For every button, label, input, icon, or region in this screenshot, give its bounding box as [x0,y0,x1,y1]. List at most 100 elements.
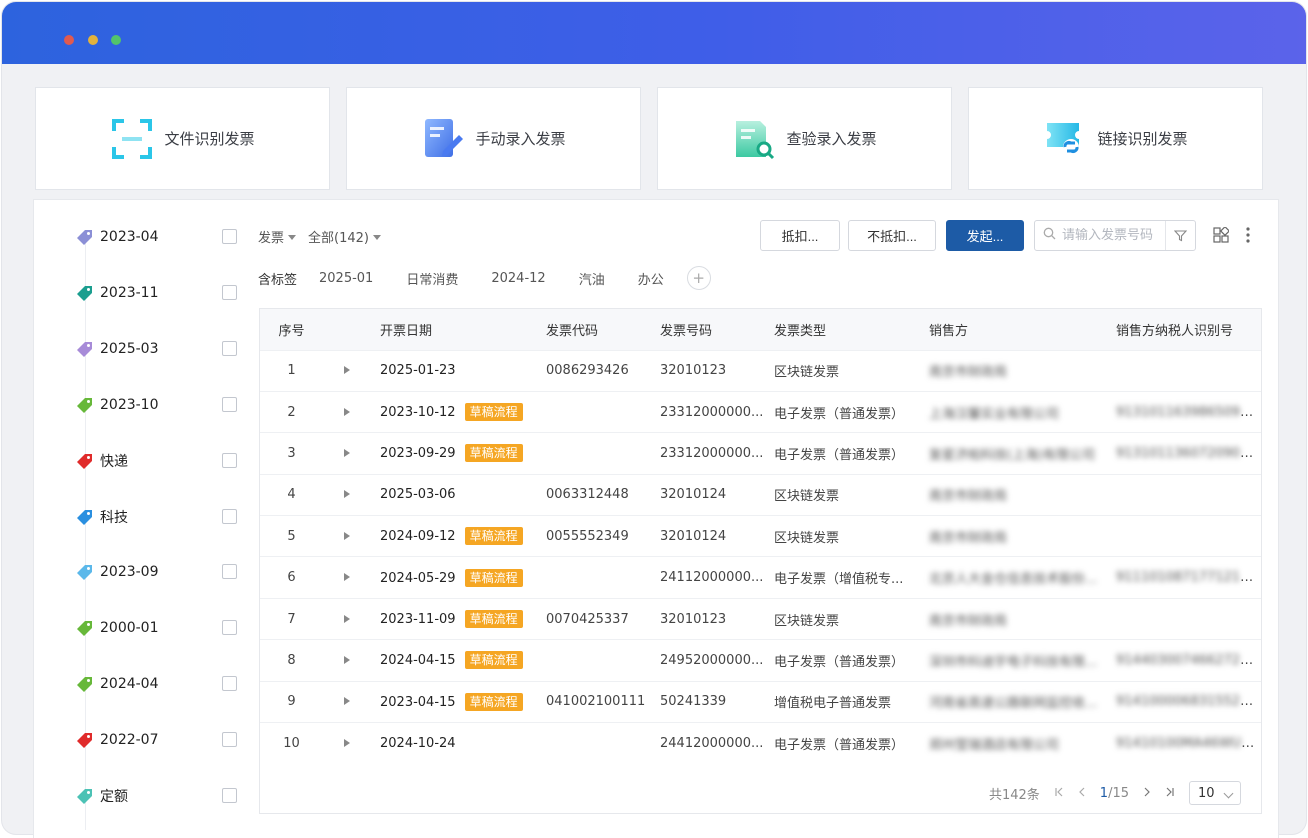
more-options-icon[interactable] [1237,224,1259,246]
add-label-button[interactable]: + [686,266,711,290]
invoice-table: 序号 开票日期 发票代码 发票号码 发票类型 销售方 销售方纳税人识别号 1 20… [259,308,1262,814]
tag-checkbox[interactable] [222,396,237,412]
column-header[interactable]: 发票号码 [650,309,764,350]
invoice-code [536,556,650,599]
no-deduct-button[interactable]: 不抵扣... [848,220,936,251]
table-row[interactable]: 1 2025-01-23 0086293426 32010123 区块链发票 南京市财政局 [260,349,1261,392]
filter-bar: 发票 全部(142) [258,227,381,246]
expand-row-icon[interactable] [323,597,370,640]
page-size-select[interactable]: 10 [1189,781,1241,805]
invoice-date: 2024-04-15 [380,653,456,669]
layout-grid-icon[interactable] [1210,224,1232,246]
invoice-type: 电子发票（普通发票） [764,432,919,475]
invoice-type: 增值税电子普通发票 [764,680,919,723]
sidebar-tag-item[interactable]: 2023-04 [76,225,246,249]
maximize-window-button[interactable] [111,35,121,45]
table-row[interactable]: 10 2024-10-24 24412000000... 电子发票（普通发票） 郑州莹瑞… [260,722,1261,764]
column-header[interactable]: 发票类型 [764,309,919,350]
tag-checkbox[interactable] [222,788,237,803]
sidebar-tag-item[interactable]: 2000-01 [76,616,246,640]
table-row[interactable]: 9 2023-04-15 草稿流程 041002100111 50241339 增值税电子… [260,680,1261,723]
tag-checkbox[interactable] [222,452,237,468]
initiate-button[interactable]: 发起... [946,220,1024,251]
sidebar-tag-item[interactable]: 科技 [76,505,246,529]
close-window-button[interactable] [64,35,74,45]
sidebar-tag-item[interactable]: 2023-10 [76,393,246,417]
label-chip[interactable]: 办公 [638,269,664,288]
tag-checkbox[interactable] [222,620,237,636]
seller-name: 北京人大金仓信息技术股份... [919,556,1106,599]
table-row[interactable]: 7 2023-11-09 草稿流程 0070425337 32010123 区块链发票 南京… [260,597,1261,640]
sidebar-tag-item[interactable]: 2023-09 [76,560,246,584]
tag-name: 定额 [100,789,128,805]
sidebar-tag-item[interactable]: 2022-07 [76,728,246,752]
column-header[interactable]: 发票代码 [536,309,650,350]
expand-row-icon[interactable] [323,722,370,764]
expand-row-icon[interactable] [323,556,370,599]
row-number: 5 [260,515,323,557]
invoice-number-search-input[interactable] [1062,228,1162,243]
draft-badge: 草稿流程 [464,692,523,711]
label-chip[interactable]: 日常消费 [406,269,458,288]
tag-checkbox[interactable] [222,732,237,748]
card-file-recognition[interactable]: 文件识别发票 [35,87,330,190]
sidebar-tag-item[interactable]: 2025-03 [76,337,246,361]
expand-row-icon[interactable] [323,680,370,723]
draft-badge: 草稿流程 [464,568,523,587]
seller-name: 南京市财政局 [919,473,1106,516]
card-manual-entry[interactable]: 手动录入发票 [346,87,641,190]
search-box [1034,220,1196,251]
scope-filter-dropdown[interactable]: 全部(142) [308,227,381,246]
table-row[interactable]: 2 2023-10-12 草稿流程 23312000000... 电子发票（普通发票） 上… [260,390,1261,433]
label-chip[interactable]: 汽油 [579,269,605,288]
column-header[interactable]: 销售方纳税人识别号 [1106,309,1261,350]
tag-checkbox[interactable] [222,676,237,692]
table-row[interactable]: 3 2023-09-29 草稿流程 23312000000... 电子发票（普通发票） 复… [260,432,1261,475]
invoice-date: 2023-10-12 [380,405,456,421]
invoice-type: 电子发票（普通发票） [764,722,919,764]
tag-checkbox[interactable] [222,564,237,580]
sidebar-tag-item[interactable]: 2024-04 [76,672,246,696]
tag-checkbox[interactable] [222,508,237,524]
expand-row-icon[interactable] [323,432,370,475]
table-row[interactable]: 8 2024-04-15 草稿流程 24952000000... 电子发票（普通发票） 深… [260,639,1261,682]
seller-tax-id: 91310113607209011M [1106,432,1261,475]
invoice-date: 2024-10-24 [380,735,456,751]
invoice-number: 24112000000... [650,556,764,599]
type-filter-dropdown[interactable]: 发票 [258,227,296,246]
expand-row-icon[interactable] [323,349,370,392]
table-row[interactable]: 6 2024-05-29 草稿流程 24112000000... 电子发票（增值税专..… [260,556,1261,599]
column-header[interactable]: 销售方 [919,309,1106,350]
expand-row-icon[interactable] [323,390,370,433]
card-verify-entry[interactable]: 查验录入发票 [657,87,952,190]
tag-icon [76,731,94,749]
invoice-date-cell: 2024-09-12 草稿流程 [370,515,536,557]
expand-row-icon[interactable] [323,515,370,557]
card-link-recognition[interactable]: 链接识别发票 [968,87,1263,190]
column-header[interactable]: 开票日期 [370,309,536,350]
sidebar-tag-item[interactable]: 快递 [76,449,246,473]
tag-checkbox[interactable] [222,284,237,300]
tag-checkbox[interactable] [222,340,237,356]
sidebar-tag-item[interactable]: 定额 [76,784,246,808]
draft-badge: 草稿流程 [464,527,523,546]
filter-icon[interactable] [1165,221,1195,250]
table-row[interactable]: 4 2025-03-06 0063312448 32010124 区块链发票 南京市财政局 [260,473,1261,516]
last-page-icon[interactable] [1165,786,1175,801]
expand-row-icon[interactable] [323,639,370,682]
deduct-button[interactable]: 抵扣... [760,220,840,251]
expand-row-icon[interactable] [323,473,370,516]
table-row[interactable]: 5 2024-09-12 草稿流程 0055552349 32010124 区块链发票 南京… [260,515,1261,557]
next-page-icon[interactable] [1143,786,1151,801]
sidebar-tag-item[interactable]: 2023-11 [76,281,246,305]
tag-checkbox[interactable] [222,229,237,244]
minimize-window-button[interactable] [88,35,98,45]
prev-page-icon[interactable] [1078,786,1086,801]
label-chip[interactable]: 2024-12 [491,271,545,286]
tag-icon [76,508,94,526]
row-number: 6 [260,556,323,599]
invoice-date: 2025-03-06 [380,487,456,503]
first-page-icon[interactable] [1054,786,1064,801]
seller-name: 郑州莹瑞酒店有限公司 [919,722,1106,764]
label-chip[interactable]: 2025-01 [319,271,373,286]
